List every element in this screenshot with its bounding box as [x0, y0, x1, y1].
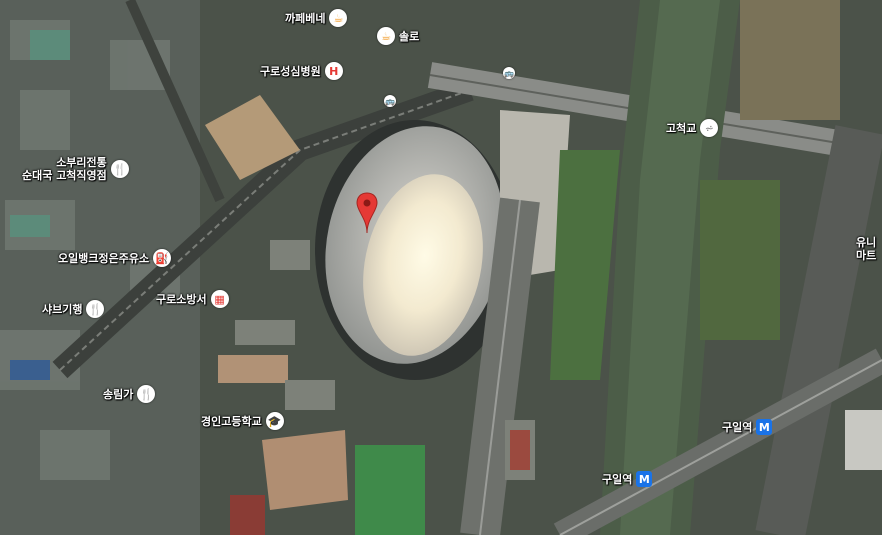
bridge-icon: ⩫ [700, 119, 719, 137]
location-pin-icon[interactable] [356, 192, 378, 234]
restaurant-icon: 🍴 [110, 160, 129, 178]
poi-label: 송림가 [103, 387, 134, 401]
bus-stop-icon[interactable]: 🚌 [503, 67, 515, 79]
poi-label: 솔로 [399, 29, 420, 43]
hospital-icon: H [324, 62, 343, 80]
poi-shabu[interactable]: 샤브기행 🍴 [42, 300, 105, 318]
poi-label: 샤브기행 [42, 302, 83, 316]
satellite-map[interactable]: 🚌 🚌 까페베네 ☕ ☕ 솔로 구로성심병원 H 고척교 ⩫ 소부리전통 순대국 … [0, 0, 882, 535]
poi-guil-station-1[interactable]: 구일역 M [722, 419, 773, 435]
poi-guil-station-2[interactable]: 구일역 M [602, 471, 653, 487]
poi-gas-station[interactable]: 오일뱅크정은주유소 ⛽ [58, 249, 172, 267]
gas-station-icon: ⛽ [153, 249, 172, 267]
poi-fire-station[interactable]: 구로소방서 ▦ [156, 290, 229, 308]
metro-icon: M [636, 471, 653, 487]
poi-songrim[interactable]: 송림가 🍴 [103, 385, 156, 403]
bus-stop-icon[interactable]: 🚌 [384, 95, 396, 107]
poi-sundae-restaurant[interactable]: 소부리전통 순대국 고척직영점 🍴 [22, 156, 129, 182]
cafe-icon: ☕ [377, 27, 395, 45]
school-icon: 🎓 [265, 412, 284, 430]
poi-label: 오일뱅크정은주유소 [58, 251, 150, 265]
poi-cafe-bene[interactable]: 까페베네 ☕ [285, 9, 348, 27]
satellite-imagery [0, 0, 882, 535]
fire-station-icon: ▦ [210, 290, 229, 308]
poi-school[interactable]: 경인고등학교 🎓 [201, 412, 284, 430]
poi-label: 구일역 [722, 420, 753, 434]
poi-label: 소부리전통 순대국 고척직영점 [22, 156, 107, 182]
restaurant-icon: 🍴 [137, 385, 156, 403]
poi-label: 고척교 [666, 121, 697, 135]
poi-label: 구일역 [602, 472, 633, 486]
poi-edge-mart[interactable]: 유니 마트 [856, 236, 876, 262]
restaurant-icon: 🍴 [86, 300, 105, 318]
poi-label: 경인고등학교 [201, 414, 262, 428]
cafe-icon: ☕ [329, 9, 348, 27]
poi-gocheok-bridge[interactable]: 고척교 ⩫ [666, 119, 719, 137]
poi-label: 구로성심병원 [260, 64, 321, 78]
metro-icon: M [756, 419, 773, 435]
poi-guro-hospital[interactable]: 구로성심병원 H [260, 62, 343, 80]
poi-label: 구로소방서 [156, 292, 207, 306]
poi-label: 까페베네 [285, 11, 326, 25]
poi-label: 유니 마트 [856, 236, 877, 262]
poi-solo[interactable]: ☕ 솔로 [377, 27, 419, 45]
